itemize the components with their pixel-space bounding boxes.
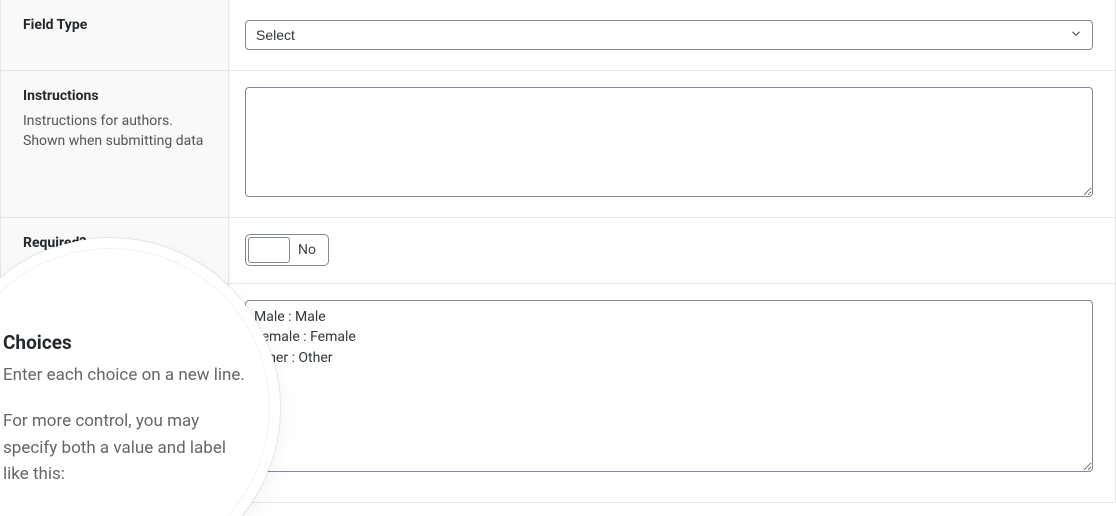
required-toggle-label: No — [296, 242, 326, 258]
instructions-desc: Instructions for authors. Shown when sub… — [23, 111, 212, 152]
instructions-textarea[interactable] — [245, 87, 1093, 197]
instructions-row: Instructions Instructions for authors. S… — [1, 71, 1115, 218]
toggle-knob — [248, 237, 290, 263]
field-type-label: Field Type — [23, 16, 212, 36]
field-type-row: Field Type Select — [1, 0, 1115, 71]
field-type-select[interactable]: Select — [245, 20, 1093, 50]
required-toggle[interactable]: No — [245, 234, 329, 266]
choices-label: Choices — [3, 331, 247, 354]
choices-desc: Enter each choice on a new line. For mor… — [3, 362, 247, 487]
choices-textarea[interactable] — [245, 300, 1093, 472]
instructions-label: Instructions — [23, 87, 212, 107]
